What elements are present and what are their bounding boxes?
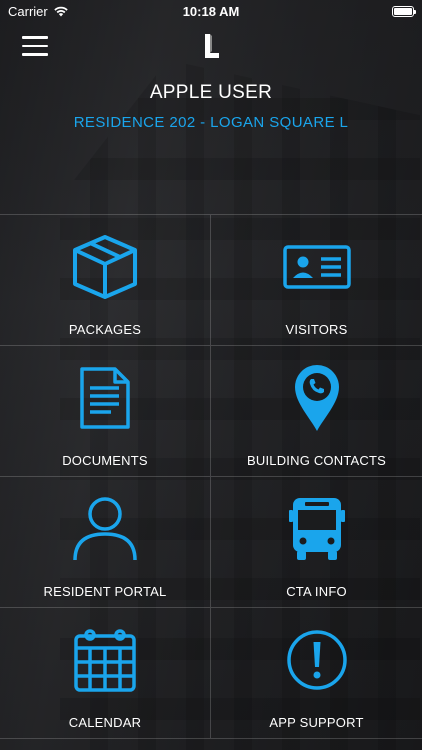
tile-building-contacts[interactable]: BUILDING CONTACTS [211, 346, 422, 477]
tile-label: BUILDING CONTACTS [247, 453, 386, 468]
tile-cta-info[interactable]: CTA INFO [211, 477, 422, 608]
tile-label: RESIDENT PORTAL [43, 584, 167, 599]
battery-icon [392, 5, 416, 17]
tile-packages[interactable]: PACKAGES [0, 215, 211, 346]
tile-label: CTA INFO [286, 584, 347, 599]
clock: 10:18 AM [182, 3, 240, 19]
hamburger-menu-button[interactable] [22, 36, 48, 58]
tile-calendar[interactable]: CALENDAR [0, 608, 211, 739]
tile-app-support[interactable]: APP SUPPORT [211, 608, 422, 739]
tile-label: APP SUPPORT [269, 715, 364, 730]
phone-pin-icon [281, 362, 353, 434]
calendar-icon [69, 624, 141, 696]
tile-label: DOCUMENTS [62, 453, 148, 468]
tile-label: CALENDAR [68, 715, 142, 730]
person-icon [69, 493, 141, 565]
profile-header: APPLE USER RESIDENCE 202 - LOGAN SQUARE … [0, 82, 422, 131]
menu-grid: PACKAGES VISITORS DOCUMENTS BUILDING CON… [0, 214, 422, 739]
document-icon [69, 362, 141, 434]
app-logo [205, 34, 219, 58]
alert-icon [281, 624, 353, 696]
id-card-icon [281, 231, 353, 303]
tile-label: VISITORS [285, 322, 348, 337]
residence-label[interactable]: RESIDENCE 202 - LOGAN SQUARE L [0, 114, 422, 131]
tile-visitors[interactable]: VISITORS [211, 215, 422, 346]
package-icon [69, 231, 141, 303]
bus-icon [281, 493, 353, 565]
tile-documents[interactable]: DOCUMENTS [0, 346, 211, 477]
tile-label: PACKAGES [68, 322, 142, 337]
status-bar: Carrier 10:18 AM [0, 0, 422, 22]
user-name: APPLE USER [149, 82, 273, 103]
tile-resident-portal[interactable]: RESIDENT PORTAL [0, 477, 211, 608]
